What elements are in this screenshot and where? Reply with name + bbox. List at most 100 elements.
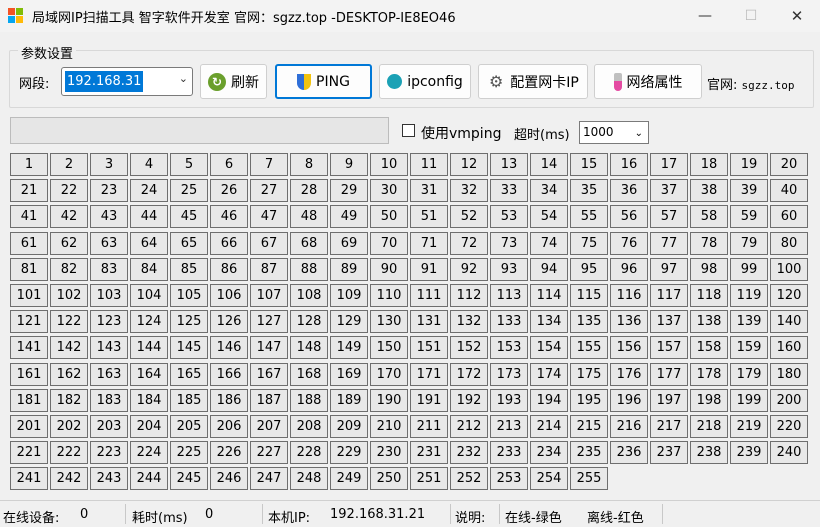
- ip-cell-181[interactable]: 181: [10, 389, 48, 412]
- ip-cell-222[interactable]: 222: [50, 441, 88, 464]
- ip-cell-223[interactable]: 223: [90, 441, 128, 464]
- ip-cell-97[interactable]: 97: [650, 258, 688, 281]
- ip-cell-128[interactable]: 128: [290, 310, 328, 333]
- ip-cell-37[interactable]: 37: [650, 179, 688, 202]
- ip-cell-98[interactable]: 98: [690, 258, 728, 281]
- ip-cell-116[interactable]: 116: [610, 284, 648, 307]
- ip-cell-14[interactable]: 14: [530, 153, 568, 176]
- ip-cell-43[interactable]: 43: [90, 205, 128, 228]
- ip-cell-144[interactable]: 144: [130, 336, 168, 359]
- ip-cell-78[interactable]: 78: [690, 232, 728, 255]
- ip-cell-240[interactable]: 240: [770, 441, 808, 464]
- ip-cell-171[interactable]: 171: [410, 363, 448, 386]
- ip-cell-189[interactable]: 189: [330, 389, 368, 412]
- ip-cell-136[interactable]: 136: [610, 310, 648, 333]
- ip-cell-213[interactable]: 213: [490, 415, 528, 438]
- ip-cell-162[interactable]: 162: [50, 363, 88, 386]
- ip-cell-227[interactable]: 227: [250, 441, 288, 464]
- ip-cell-220[interactable]: 220: [770, 415, 808, 438]
- ip-cell-86[interactable]: 86: [210, 258, 248, 281]
- ip-cell-127[interactable]: 127: [250, 310, 288, 333]
- ip-cell-24[interactable]: 24: [130, 179, 168, 202]
- ip-cell-197[interactable]: 197: [650, 389, 688, 412]
- ip-cell-95[interactable]: 95: [570, 258, 608, 281]
- ip-cell-195[interactable]: 195: [570, 389, 608, 412]
- ip-cell-8[interactable]: 8: [290, 153, 328, 176]
- ip-cell-27[interactable]: 27: [250, 179, 288, 202]
- ip-cell-121[interactable]: 121: [10, 310, 48, 333]
- ip-cell-84[interactable]: 84: [130, 258, 168, 281]
- ip-cell-160[interactable]: 160: [770, 336, 808, 359]
- ip-cell-10[interactable]: 10: [370, 153, 408, 176]
- ip-cell-132[interactable]: 132: [450, 310, 488, 333]
- ip-cell-102[interactable]: 102: [50, 284, 88, 307]
- network-properties-button[interactable]: 网络属性: [594, 64, 702, 99]
- ip-cell-216[interactable]: 216: [610, 415, 648, 438]
- ip-cell-82[interactable]: 82: [50, 258, 88, 281]
- ip-cell-164[interactable]: 164: [130, 363, 168, 386]
- minimize-button[interactable]: —: [682, 0, 728, 32]
- ip-cell-166[interactable]: 166: [210, 363, 248, 386]
- ip-cell-23[interactable]: 23: [90, 179, 128, 202]
- ip-cell-199[interactable]: 199: [730, 389, 768, 412]
- ping-button[interactable]: PING: [275, 64, 372, 99]
- ip-cell-206[interactable]: 206: [210, 415, 248, 438]
- ip-cell-155[interactable]: 155: [570, 336, 608, 359]
- ip-cell-193[interactable]: 193: [490, 389, 528, 412]
- ip-cell-4[interactable]: 4: [130, 153, 168, 176]
- ip-cell-51[interactable]: 51: [410, 205, 448, 228]
- ip-cell-147[interactable]: 147: [250, 336, 288, 359]
- ip-cell-42[interactable]: 42: [50, 205, 88, 228]
- ip-cell-16[interactable]: 16: [610, 153, 648, 176]
- ip-cell-236[interactable]: 236: [610, 441, 648, 464]
- ip-cell-228[interactable]: 228: [290, 441, 328, 464]
- ip-cell-214[interactable]: 214: [530, 415, 568, 438]
- ip-cell-21[interactable]: 21: [10, 179, 48, 202]
- ip-cell-11[interactable]: 11: [410, 153, 448, 176]
- ip-cell-22[interactable]: 22: [50, 179, 88, 202]
- ip-cell-2[interactable]: 2: [50, 153, 88, 176]
- ip-cell-179[interactable]: 179: [730, 363, 768, 386]
- ip-cell-243[interactable]: 243: [90, 467, 128, 490]
- ip-cell-1[interactable]: 1: [10, 153, 48, 176]
- ip-cell-32[interactable]: 32: [450, 179, 488, 202]
- ip-cell-57[interactable]: 57: [650, 205, 688, 228]
- ip-cell-20[interactable]: 20: [770, 153, 808, 176]
- chevron-down-icon[interactable]: ⌄: [635, 123, 643, 144]
- ip-cell-101[interactable]: 101: [10, 284, 48, 307]
- ip-cell-38[interactable]: 38: [690, 179, 728, 202]
- ip-cell-151[interactable]: 151: [410, 336, 448, 359]
- ip-cell-192[interactable]: 192: [450, 389, 488, 412]
- ip-cell-26[interactable]: 26: [210, 179, 248, 202]
- ip-cell-250[interactable]: 250: [370, 467, 408, 490]
- ip-cell-99[interactable]: 99: [730, 258, 768, 281]
- ip-cell-244[interactable]: 244: [130, 467, 168, 490]
- ip-cell-73[interactable]: 73: [490, 232, 528, 255]
- ip-cell-139[interactable]: 139: [730, 310, 768, 333]
- ip-cell-204[interactable]: 204: [130, 415, 168, 438]
- ip-cell-252[interactable]: 252: [450, 467, 488, 490]
- ip-cell-34[interactable]: 34: [530, 179, 568, 202]
- maximize-button[interactable]: ☐: [728, 0, 774, 32]
- ip-cell-44[interactable]: 44: [130, 205, 168, 228]
- ip-cell-230[interactable]: 230: [370, 441, 408, 464]
- ip-cell-180[interactable]: 180: [770, 363, 808, 386]
- ip-cell-65[interactable]: 65: [170, 232, 208, 255]
- ip-cell-79[interactable]: 79: [730, 232, 768, 255]
- ip-cell-248[interactable]: 248: [290, 467, 328, 490]
- ip-cell-54[interactable]: 54: [530, 205, 568, 228]
- ip-cell-177[interactable]: 177: [650, 363, 688, 386]
- ip-cell-77[interactable]: 77: [650, 232, 688, 255]
- ip-cell-202[interactable]: 202: [50, 415, 88, 438]
- ip-cell-231[interactable]: 231: [410, 441, 448, 464]
- ip-cell-33[interactable]: 33: [490, 179, 528, 202]
- ip-cell-88[interactable]: 88: [290, 258, 328, 281]
- ip-cell-90[interactable]: 90: [370, 258, 408, 281]
- ip-cell-138[interactable]: 138: [690, 310, 728, 333]
- ip-cell-185[interactable]: 185: [170, 389, 208, 412]
- ip-cell-126[interactable]: 126: [210, 310, 248, 333]
- ip-cell-9[interactable]: 9: [330, 153, 368, 176]
- ip-cell-70[interactable]: 70: [370, 232, 408, 255]
- ip-cell-161[interactable]: 161: [10, 363, 48, 386]
- ip-cell-74[interactable]: 74: [530, 232, 568, 255]
